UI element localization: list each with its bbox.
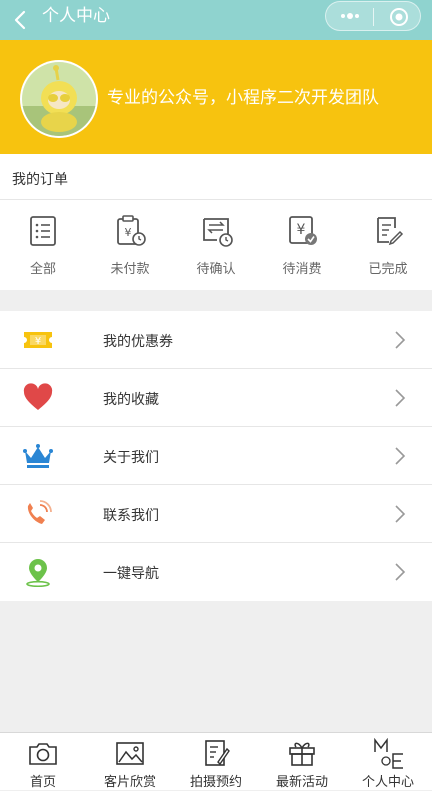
order-pending-consume-label: 待消费	[282, 262, 322, 277]
chevron-right-icon	[395, 447, 406, 465]
tab-home-label: 首页	[29, 775, 56, 790]
avatar[interactable]	[22, 62, 96, 136]
menu-label-contact: 联系我们	[103, 508, 159, 524]
profile-header: 专业的公众号，小程序二次开发团队	[0, 40, 432, 154]
heart-icon	[23, 383, 53, 410]
edit-note-icon	[205, 740, 230, 766]
mini-program-capsule	[325, 1, 421, 31]
close-target-icon[interactable]	[388, 6, 410, 28]
orders-title: 我的订单	[12, 172, 68, 188]
pending-confirm-icon	[203, 218, 233, 247]
order-completed[interactable]: 已完成	[345, 200, 431, 290]
phone-icon	[27, 500, 52, 524]
chevron-right-icon	[395, 563, 406, 581]
page-title: 个人中心	[42, 6, 110, 26]
nav-bar: 个人中心	[0, 0, 432, 40]
tab-events-label: 最新活动	[275, 775, 328, 790]
menu-item-contact[interactable]: 联系我们	[0, 485, 432, 543]
tab-bar: 首页 客片欣赏 拍摄预约 最新活动 个人中心	[0, 732, 432, 790]
order-status-row: 全部 ¥ 未付款 待确认 ¥ 待消费 已完成	[0, 200, 432, 290]
crown-icon	[23, 444, 53, 468]
menu-label-favorites: 我的收藏	[103, 392, 159, 408]
pending-consume-icon: ¥	[289, 216, 317, 245]
order-unpaid-label: 未付款	[110, 262, 150, 277]
tab-gallery[interactable]: 客片欣赏	[87, 733, 173, 791]
avatar-image	[22, 62, 96, 136]
svg-text:¥: ¥	[297, 222, 306, 238]
orders-header[interactable]: 我的订单	[0, 154, 432, 200]
menu-label-about: 关于我们	[103, 450, 159, 466]
camera-icon	[29, 743, 57, 765]
menu-label-coupons: 我的优惠券	[103, 334, 173, 350]
back-arrow-icon[interactable]	[10, 9, 32, 31]
menu-label-navigation: 一键导航	[103, 566, 159, 582]
photo-icon	[116, 742, 144, 765]
tab-profile-label: 个人中心	[361, 775, 414, 790]
list-icon	[30, 216, 56, 246]
tab-home[interactable]: 首页	[0, 733, 86, 791]
svg-text:¥: ¥	[125, 226, 132, 239]
chevron-right-icon	[395, 331, 406, 349]
order-pending-confirm[interactable]: 待确认	[173, 200, 259, 290]
order-unpaid[interactable]: ¥ 未付款	[87, 200, 173, 290]
gift-icon	[289, 742, 315, 766]
menu-list: ¥ 我的优惠券 我的收藏 关于我们 联系我们 一键导航	[0, 311, 432, 601]
menu-item-coupons[interactable]: ¥ 我的优惠券	[0, 311, 432, 369]
tab-events[interactable]: 最新活动	[259, 733, 345, 791]
order-pending-consume[interactable]: ¥ 待消费	[259, 200, 345, 290]
menu-item-favorites[interactable]: 我的收藏	[0, 369, 432, 427]
tab-profile[interactable]: 个人中心	[345, 733, 431, 791]
completed-edit-icon	[377, 217, 404, 246]
more-icon[interactable]	[338, 6, 362, 26]
tab-gallery-label: 客片欣赏	[103, 775, 156, 790]
order-completed-label: 已完成	[368, 262, 408, 277]
me-icon	[374, 738, 403, 769]
location-pin-icon	[26, 559, 50, 587]
capsule-divider	[373, 8, 374, 26]
coupon-icon: ¥	[24, 332, 52, 348]
profile-description: 专业的公众号，小程序二次开发团队	[107, 88, 379, 108]
tab-booking-label: 拍摄预约	[189, 775, 242, 790]
order-all[interactable]: 全部	[0, 200, 86, 290]
tab-booking[interactable]: 拍摄预约	[173, 733, 259, 791]
order-all-label: 全部	[29, 262, 56, 277]
chevron-right-icon	[395, 505, 406, 523]
chevron-right-icon	[395, 389, 406, 407]
menu-item-navigation[interactable]: 一键导航	[0, 543, 432, 601]
menu-item-about[interactable]: 关于我们	[0, 427, 432, 485]
order-pending-confirm-label: 待确认	[196, 262, 236, 277]
svg-text:¥: ¥	[35, 336, 41, 347]
unpaid-clipboard-icon: ¥	[117, 215, 146, 246]
